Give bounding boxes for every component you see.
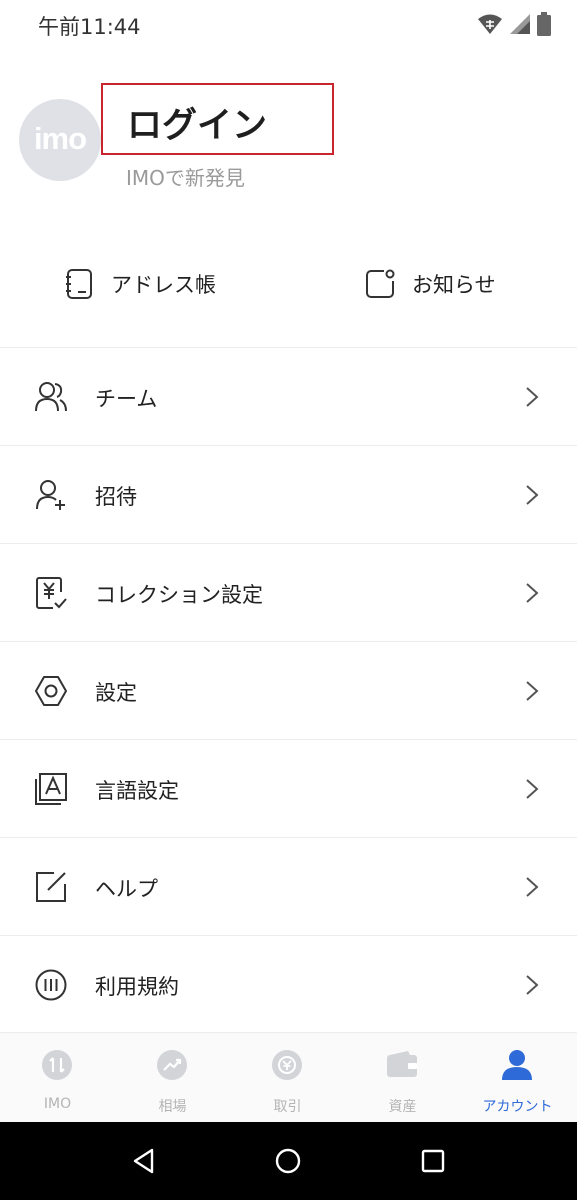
tab-imo[interactable]: IMO — [0, 1033, 115, 1123]
menu-item-language-settings[interactable]: 言語設定 — [0, 739, 577, 837]
home-icon[interactable] — [274, 1147, 302, 1175]
tab-trade[interactable]: 取引 — [230, 1033, 345, 1123]
chevron-right-icon — [526, 387, 539, 407]
terms-icon — [35, 969, 67, 1001]
menu-item-label: コレクション設定 — [95, 583, 263, 607]
collection-icon — [36, 577, 67, 609]
login-subtitle: IMOで新発見 — [126, 166, 245, 190]
tab-assets[interactable]: 資産 — [345, 1033, 460, 1123]
back-icon[interactable] — [130, 1147, 158, 1175]
notices-button[interactable]: お知らせ — [364, 266, 496, 302]
account-icon — [502, 1050, 532, 1080]
avatar[interactable]: imo — [19, 99, 101, 181]
menu-item-terms[interactable]: 利用規約 — [0, 935, 577, 1033]
help-icon — [36, 872, 66, 902]
trade-icon — [272, 1050, 302, 1080]
invite-icon — [36, 480, 65, 510]
menu-item-settings[interactable]: 設定 — [0, 641, 577, 739]
tab-label: 取引 — [273, 1099, 302, 1115]
battery-icon — [537, 12, 551, 36]
menu-item-label: 招待 — [95, 485, 137, 509]
menu-item-team[interactable]: チーム — [0, 347, 577, 445]
address-book-icon — [66, 269, 92, 299]
bottom-tab-bar: IMO 相場 取引 資産 アカウント — [0, 1032, 577, 1122]
menu-item-invite[interactable]: 招待 — [0, 445, 577, 543]
wifi-icon — [478, 14, 502, 34]
recents-icon[interactable] — [419, 1147, 447, 1175]
notice-icon — [366, 269, 395, 298]
tab-account[interactable]: アカウント — [460, 1033, 575, 1123]
chevron-right-icon — [526, 485, 539, 505]
system-nav-bar — [0, 1122, 577, 1200]
quick-actions: アドレス帳 お知らせ — [0, 240, 577, 330]
signal-icon — [510, 14, 530, 34]
market-icon — [157, 1050, 187, 1080]
tab-market[interactable]: 相場 — [115, 1033, 230, 1123]
status-bar: 午前11:44 — [0, 0, 577, 48]
tab-label: 相場 — [158, 1099, 187, 1115]
chevron-right-icon — [526, 975, 539, 995]
status-icons — [477, 12, 551, 36]
status-time: 午前11:44 — [38, 15, 141, 39]
imo-icon — [42, 1050, 72, 1080]
wallet-icon — [387, 1051, 417, 1077]
notices-label: お知らせ — [412, 273, 496, 297]
menu-item-help[interactable]: ヘルプ — [0, 837, 577, 935]
menu-item-label: ヘルプ — [95, 877, 158, 901]
tab-label: アカウント — [482, 1099, 553, 1115]
chevron-right-icon — [526, 779, 539, 799]
avatar-logo: imo — [33, 121, 87, 156]
chevron-right-icon — [526, 681, 539, 701]
tab-label: 資産 — [388, 1099, 417, 1115]
chevron-right-icon — [526, 583, 539, 603]
address-book-button[interactable]: アドレス帳 — [63, 266, 216, 302]
tab-label: IMO — [43, 1096, 72, 1112]
login-button[interactable]: ログイン — [101, 83, 334, 155]
menu-item-label: チーム — [95, 387, 158, 411]
team-icon — [35, 382, 67, 412]
menu-item-collection-settings[interactable]: コレクション設定 — [0, 543, 577, 641]
menu-item-label: 言語設定 — [95, 779, 179, 803]
menu-item-label: 利用規約 — [95, 975, 179, 999]
login-title: ログイン — [127, 106, 268, 146]
profile-header: imo ログイン IMOで新発見 — [0, 48, 577, 218]
menu-item-label: 設定 — [95, 681, 137, 705]
chevron-right-icon — [526, 877, 539, 897]
language-icon — [35, 773, 67, 805]
address-book-label: アドレス帳 — [111, 273, 216, 297]
settings-menu: チーム 招待 コレクション設定 設定 言語設定 ヘルプ 利用規約 — [0, 347, 577, 1033]
settings-icon — [35, 676, 67, 706]
